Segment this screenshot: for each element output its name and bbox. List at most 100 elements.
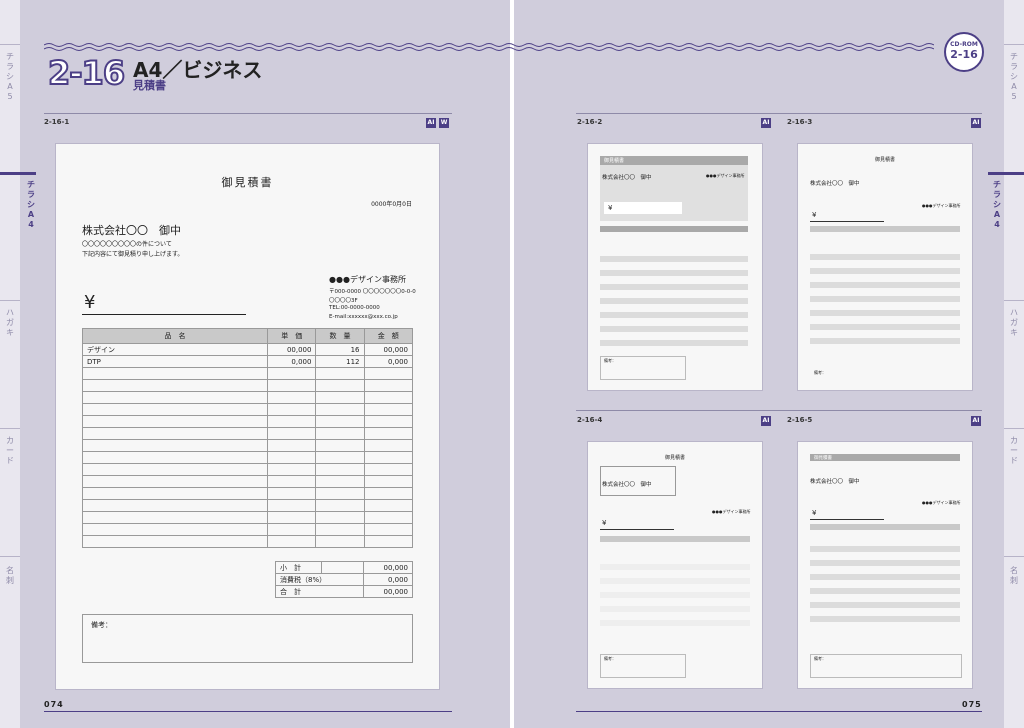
company-address: 〒000-0000 〇〇〇〇〇〇〇0-0-0 (329, 289, 416, 295)
empty-table-row (81, 451, 414, 464)
side-tab-chirashi-a4[interactable]: チラシA4 (24, 180, 38, 230)
divider (576, 410, 982, 411)
quantity: 112 (315, 355, 365, 368)
amount-box (604, 202, 682, 214)
amount-underline (600, 529, 674, 530)
page-number-right: 075 (962, 700, 982, 709)
left-margin-strip (0, 0, 20, 728)
item-label: 2-16-5 (787, 416, 813, 424)
mini-title: 御見積書 (664, 455, 685, 461)
mini-title: 御見積書 (814, 456, 832, 461)
side-tab-card[interactable]: カード (3, 436, 17, 466)
company-tel: TEL:00-0000-0000 (329, 305, 380, 311)
column-header: 金 額 (363, 328, 414, 344)
book-spread: チラシA5 チラシA4 ハガキ カード 名刺 チラシA5 チラシA4 ハガキ カ… (0, 0, 1024, 728)
side-divider (1004, 300, 1024, 301)
subtotal-value: 00,000 (363, 561, 413, 574)
mini-remarks: 備考： (814, 656, 826, 661)
empty-table-row (81, 499, 414, 512)
mini-client: 株式会社〇〇 御中 (810, 479, 860, 485)
estimate-template-thumbnail[interactable]: 御見積書 株式会社〇〇 御中 ¥ ●●●デザイン事務所 備考： (797, 441, 973, 689)
totals-table: 小 計 00,000 消費税（8%） 0,000 合 計 00,000 (274, 561, 413, 598)
mini-company: ●●●デザイン事務所 (922, 203, 961, 208)
total-row: 合 計 00,000 (274, 585, 413, 598)
remarks-box (810, 654, 962, 678)
footer-line (576, 711, 982, 712)
estimate-template-large[interactable]: 御見積書 0000年0月0日 株式会社〇〇 御中 〇〇〇〇〇〇〇〇〇の件について… (55, 143, 440, 690)
mini-company: ●●●デザイン事務所 (706, 173, 745, 178)
empty-table-row (81, 535, 414, 548)
side-tab-hagaki[interactable]: ハガキ (1007, 308, 1021, 338)
wave-decoration (44, 43, 934, 51)
title-bar (810, 454, 960, 461)
side-tab-hagaki[interactable]: ハガキ (3, 308, 17, 338)
yen-symbol: ¥ (608, 204, 613, 212)
item-label: 2-16-1 (44, 118, 70, 126)
estimate-date: 0000年0月0日 (371, 201, 412, 208)
table-header (810, 226, 960, 232)
amount: 0,000 (363, 355, 414, 368)
mini-company: ●●●デザイン事務所 (712, 509, 751, 514)
side-divider (0, 300, 20, 301)
item-label: 2-16-2 (577, 118, 603, 126)
divider (576, 113, 982, 114)
section-subtitle: 見積書 (133, 79, 166, 92)
side-tab-chirashi-a5[interactable]: チラシA5 (3, 52, 17, 102)
empty-table-row (81, 427, 414, 440)
mini-remarks: 備考： (604, 358, 616, 363)
note-line: 〇〇〇〇〇〇〇〇〇の件について (82, 241, 172, 248)
amount-underline (810, 519, 884, 520)
estimate-template-thumbnail[interactable]: 御見積書 株式会社〇〇 御中 ¥ ●●●デザイン事務所 備考： (587, 143, 763, 391)
estimate-title: 御見積書 (221, 176, 274, 189)
cd-rom-number: 2-16 (950, 48, 978, 61)
side-divider (0, 428, 20, 429)
side-tab-meishi[interactable]: 名刺 (1007, 566, 1021, 586)
side-divider (1004, 556, 1024, 557)
item-label: 2-16-4 (577, 416, 603, 424)
mini-remarks: 備考： (604, 656, 616, 661)
side-divider (1004, 428, 1024, 429)
table-row: デザイン 00,000 16 00,000 (81, 343, 414, 356)
table-header-row: 品 名 単 価 数 量 金 額 (81, 328, 414, 344)
side-tab-chirashi-a4[interactable]: チラシA4 (990, 180, 1004, 230)
mini-title: 御見積書 (604, 158, 625, 164)
quantity: 16 (315, 343, 365, 356)
ai-format-badge: AI (761, 416, 771, 426)
side-divider-active (0, 172, 36, 175)
note-line: 下記内容にて御見積り申し上げます。 (82, 251, 184, 258)
empty-table-row (81, 475, 414, 488)
item-label: 2-16-3 (787, 118, 813, 126)
subtotal-label: 小 計 (274, 561, 323, 574)
side-tab-card[interactable]: カード (1007, 436, 1021, 466)
ai-format-badge: AI (971, 416, 981, 426)
empty-table-row (81, 403, 414, 416)
mini-client: 株式会社〇〇 御中 (602, 482, 652, 488)
empty-table-row (81, 511, 414, 524)
table-header (600, 226, 748, 232)
footer-line (44, 711, 452, 712)
column-header: 品 名 (81, 328, 269, 344)
item-name: デザイン (81, 343, 269, 356)
tax-value: 0,000 (363, 573, 413, 586)
empty-table-row (81, 523, 414, 536)
estimate-template-thumbnail[interactable]: 御見積書 株式会社〇〇 御中 ¥ ●●●デザイン事務所 備考： (587, 441, 763, 689)
amount-underline (810, 221, 884, 222)
side-divider (0, 44, 20, 45)
mini-company: ●●●デザイン事務所 (922, 500, 961, 505)
table-header (600, 536, 750, 542)
amount-underline (82, 314, 246, 315)
word-format-badge: W (439, 118, 449, 128)
table-header (810, 524, 960, 530)
empty-table-row (81, 379, 414, 392)
mini-remarks: 備考： (814, 370, 826, 375)
section-number: 2-16 (47, 53, 126, 93)
side-tab-chirashi-a5[interactable]: チラシA5 (1007, 52, 1021, 102)
right-margin-strip (1004, 0, 1024, 728)
yen-symbol: ¥ (812, 509, 817, 517)
side-tab-meishi[interactable]: 名刺 (3, 566, 17, 586)
tax-row: 消費税（8%） 0,000 (274, 573, 413, 586)
tax-label: 消費税（8%） (274, 573, 365, 586)
side-divider (1004, 44, 1024, 45)
total-value: 00,000 (363, 585, 413, 598)
estimate-template-thumbnail[interactable]: 御見積書 株式会社〇〇 御中 ¥ ●●●デザイン事務所 備考： (797, 143, 973, 391)
